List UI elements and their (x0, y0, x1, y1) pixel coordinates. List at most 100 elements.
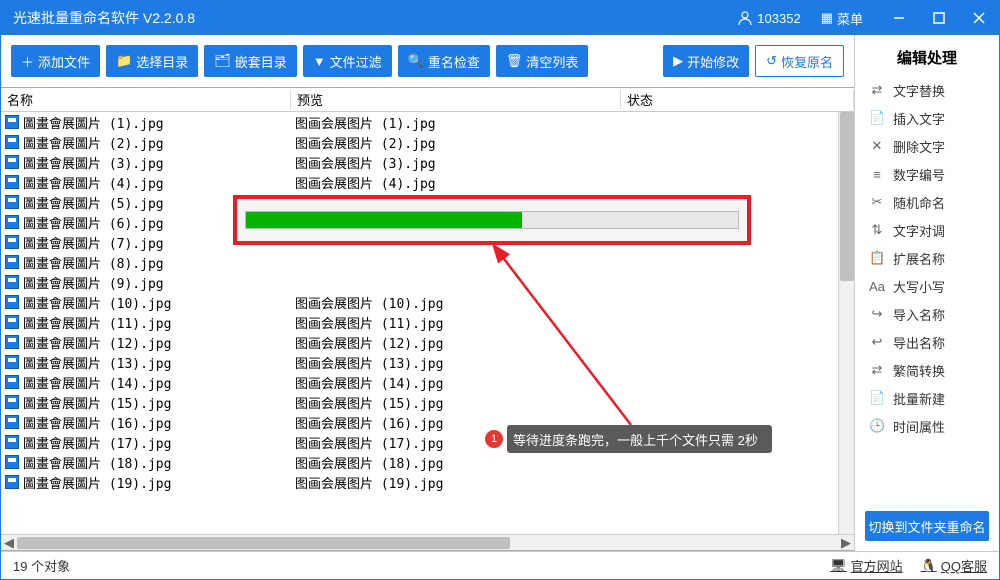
file-name: 圖畫會展圖片 (17).jpg (23, 433, 171, 452)
file-name: 圖畫會展圖片 (11).jpg (23, 313, 171, 332)
annotation-badge: 1 (485, 430, 503, 448)
table-body[interactable]: 圖畫會展圖片 (1).jpg图画会展图片 (1).jpg圖畫會展圖片 (2).j… (1, 112, 854, 534)
switch-folder-rename-button[interactable]: 切换到文件夹重命名 (865, 511, 989, 541)
sidebar-item-icon: ↪ (869, 306, 885, 322)
table-row[interactable]: 圖畫會展圖片 (9).jpg (1, 272, 854, 292)
sidebar-item-label: 导入名称 (893, 305, 945, 324)
table-row[interactable]: 圖畫會展圖片 (3).jpg图画会展图片 (3).jpg (1, 152, 854, 172)
file-name: 圖畫會展圖片 (19).jpg (23, 473, 171, 492)
file-icon (5, 455, 19, 469)
vertical-scrollbar[interactable] (838, 112, 854, 534)
annotation-text: 等待进度条跑完，一般上千个文件只需 2秒 (513, 430, 758, 449)
official-website-link[interactable]: 🖥官方网站 (830, 556, 903, 575)
file-icon (5, 475, 19, 489)
sidebar-item-label: 导出名称 (893, 333, 945, 352)
file-name: 圖畫會展圖片 (8).jpg (23, 253, 164, 272)
file-icon (5, 135, 19, 149)
sidebar-item[interactable]: ↩导出名称 (855, 328, 999, 356)
nested-dir-button[interactable]: 🗂嵌套目录 (204, 45, 297, 77)
qq-icon: 🐧 (921, 558, 937, 574)
table-row[interactable]: 圖畫會展圖片 (10).jpg 图画会展图片 (10).jpg (1, 292, 854, 312)
select-dir-button[interactable]: 📁选择目录 (106, 45, 198, 77)
user-id: 103352 (757, 11, 800, 26)
file-name: 圖畫會展圖片 (10).jpg (23, 293, 171, 312)
minimize-button[interactable] (879, 1, 919, 35)
file-preview: 图画会展图片 (14).jpg (291, 373, 621, 392)
rename-check-button[interactable]: 🔍重名检查 (398, 45, 490, 77)
sidebar-item-icon: ✂ (869, 194, 885, 210)
sidebar-item[interactable]: ⇅ 文字对调 (855, 216, 999, 244)
file-icon (5, 335, 19, 349)
sidebar-item-label: 繁简转换 (893, 361, 945, 380)
sidebar-item-icon: ≡ (869, 167, 885, 182)
file-name: 圖畫會展圖片 (16).jpg (23, 413, 171, 432)
column-preview[interactable]: 预览 (291, 90, 621, 109)
scrollbar-thumb[interactable] (17, 537, 510, 549)
qq-support-link[interactable]: 🐧QQ客服 (921, 556, 987, 575)
column-status[interactable]: 状态 (621, 90, 854, 109)
plus-icon: ＋ (21, 52, 34, 71)
file-preview: 图画会展图片 (18).jpg (291, 453, 621, 472)
sidebar-item[interactable]: ✕删除文字 (855, 132, 999, 160)
scroll-right-arrow[interactable]: ▶ (838, 535, 854, 551)
sidebar-item-icon: 📋 (869, 250, 885, 266)
sidebar-title: 编辑处理 (855, 43, 999, 76)
file-name: 圖畫會展圖片 (7).jpg (23, 233, 164, 252)
table-header: 名称 预览 状态 (1, 88, 854, 112)
maximize-button[interactable] (919, 1, 959, 35)
file-filter-button[interactable]: ▼文件过滤 (303, 45, 392, 77)
table-row[interactable]: 圖畫會展圖片 (15).jpg图画会展图片 (15).jpg (1, 392, 854, 412)
sidebar-item-icon: ⇅ (869, 222, 885, 238)
sidebar: 编辑处理 ⇄文字替换📄插入文字✕删除文字≡数字编号✂随机命名 ⇅ 文字对调 📋 扩展名称… (854, 35, 999, 551)
file-icon (5, 295, 19, 309)
file-name: 圖畫會展圖片 (14).jpg (23, 373, 171, 392)
scroll-left-arrow[interactable]: ◀ (1, 535, 17, 551)
sidebar-item-label: 文字对调 (893, 221, 945, 240)
sidebar-item[interactable]: ↪ 导入名称 (855, 300, 999, 328)
menu-button[interactable]: ▦ 菜单 (821, 9, 863, 28)
file-name: 圖畫會展圖片 (5).jpg (23, 193, 164, 212)
globe-icon: 🖥 (830, 558, 847, 574)
sidebar-item[interactable]: ⇄繁简转换 (855, 356, 999, 384)
table-row[interactable]: 圖畫會展圖片 (13).jpg图画会展图片 (13).jpg (1, 352, 854, 372)
restore-name-button[interactable]: ↺恢复原名 (755, 45, 844, 77)
horizontal-scrollbar[interactable]: ◀ ▶ (1, 534, 854, 550)
table-row[interactable]: 圖畫會展圖片 (18).jpg图画会展图片 (18).jpg (1, 452, 854, 472)
sidebar-item-label: 批量新建 (893, 389, 945, 408)
column-name[interactable]: 名称 (1, 90, 291, 109)
table-row[interactable]: 圖畫會展圖片 (2).jpg图画会展图片 (2).jpg (1, 132, 854, 152)
table-row[interactable]: 圖畫會展圖片 (1).jpg图画会展图片 (1).jpg (1, 112, 854, 132)
user-info[interactable]: 103352 (737, 10, 800, 26)
clear-list-button[interactable]: 🗑清空列表 (496, 45, 589, 77)
sidebar-item[interactable]: ⇄文字替换 (855, 76, 999, 104)
sidebar-item[interactable]: 🕒时间属性 (855, 412, 999, 440)
sidebar-item-label: 时间属性 (893, 417, 945, 436)
add-file-button[interactable]: ＋添加文件 (11, 45, 100, 77)
sidebar-item-label: 扩展名称 (893, 249, 945, 268)
sidebar-item[interactable]: ≡数字编号 (855, 160, 999, 188)
close-button[interactable] (959, 1, 999, 35)
table-row[interactable]: 圖畫會展圖片 (8).jpg (1, 252, 854, 272)
scrollbar-thumb[interactable] (840, 112, 854, 281)
sidebar-item[interactable]: 📄批量新建 (855, 384, 999, 412)
file-icon (5, 155, 19, 169)
sidebar-item[interactable]: 📄插入文字 (855, 104, 999, 132)
table-row[interactable]: 圖畫會展圖片 (12).jpg图画会展图片 (12).jpg (1, 332, 854, 352)
menu-label: 菜单 (837, 9, 863, 28)
toolbar: ＋添加文件 📁选择目录 🗂嵌套目录 ▼文件过滤 🔍重名检查 🗑清空列表 ▶开始修… (1, 35, 854, 87)
sidebar-item[interactable]: ✂随机命名 (855, 188, 999, 216)
table-row[interactable]: 圖畫會展圖片 (4).jpg图画会展图片 (4).jpg (1, 172, 854, 192)
file-preview: 图画会展图片 (4).jpg (291, 173, 621, 192)
sidebar-item-label: 插入文字 (893, 109, 945, 128)
table-row[interactable]: 圖畫會展圖片 (11).jpg图画会展图片 (11).jpg (1, 312, 854, 332)
file-icon (5, 415, 19, 429)
sidebar-item[interactable]: Aa大写小写 (855, 272, 999, 300)
sidebar-item-icon: ✕ (869, 138, 885, 154)
start-modify-button[interactable]: ▶开始修改 (663, 45, 749, 77)
table-row[interactable]: 圖畫會展圖片 (14).jpg 图画会展图片 (14).jpg (1, 372, 854, 392)
sidebar-item[interactable]: 📋 扩展名称 (855, 244, 999, 272)
table-row[interactable]: 圖畫會展圖片 (19).jpg图画会展图片 (19).jpg (1, 472, 854, 492)
file-preview: 图画会展图片 (10).jpg (291, 293, 621, 312)
file-icon (5, 215, 19, 229)
object-count: 19 个对象 (13, 556, 70, 575)
